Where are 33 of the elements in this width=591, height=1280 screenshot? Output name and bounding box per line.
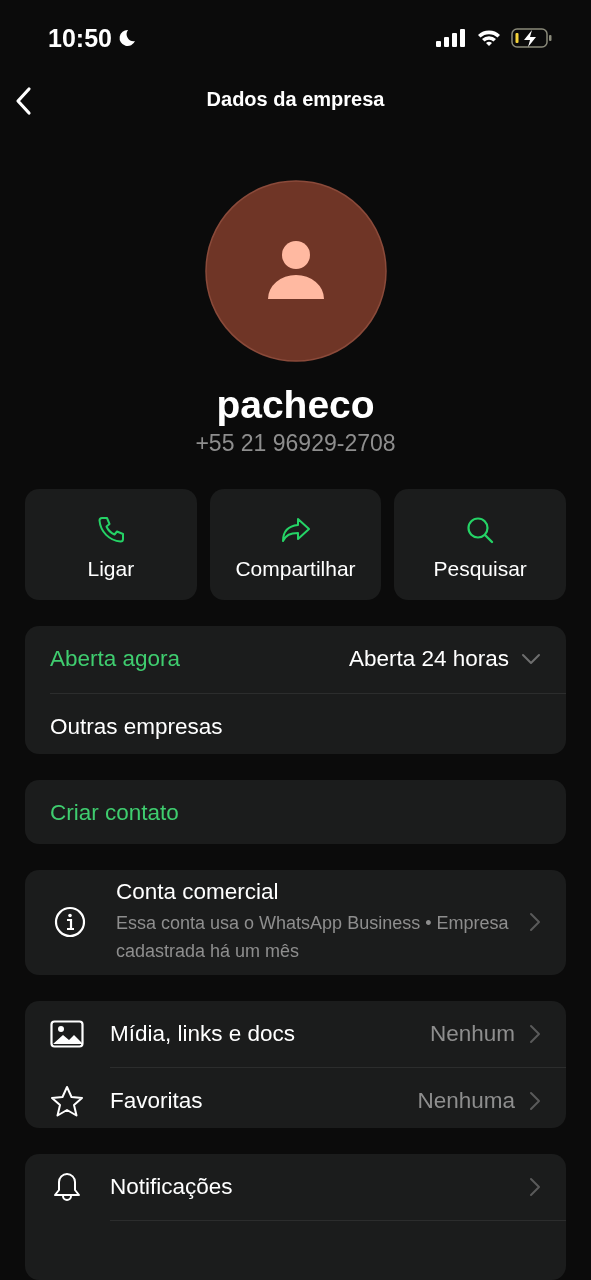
item-label: Notificações <box>110 1173 234 1200</box>
business-title: Conta comercial <box>116 879 280 906</box>
battery-charging-icon <box>511 28 553 48</box>
phone-number: +55 21 96929-2708 <box>195 429 396 457</box>
search-icon <box>465 515 496 546</box>
action-button[interactable]: Ligar <box>25 488 197 600</box>
item-value: Nenhum <box>429 1021 515 1048</box>
back-icon[interactable] <box>14 86 32 116</box>
chevron-right-icon <box>529 1091 541 1112</box>
chevron-right-icon <box>529 1176 541 1197</box>
action-button[interactable]: Pesquisar <box>394 488 566 600</box>
business-description: Essa conta usa o WhatsApp Business • Empresa cadastrada há um mês <box>116 912 510 964</box>
chevron-right-icon <box>529 912 541 933</box>
create-contact-link[interactable]: Criar contato <box>50 800 179 827</box>
list-item[interactable]: Mídia, links e docs Nenhum <box>25 1001 566 1068</box>
business-account-card[interactable]: Conta comercial Essa conta usa o WhatsApp Business • Empresa cadastrada há um mês <box>25 869 566 976</box>
wifi-icon <box>477 29 501 47</box>
info-icon <box>54 906 86 939</box>
action-button[interactable]: Compartilhar <box>209 488 382 600</box>
open-status: Aberta agora <box>50 646 181 673</box>
hours-dropdown[interactable]: Aberta 24 horas <box>348 646 541 673</box>
chevron-right-icon <box>529 1024 541 1045</box>
list-item[interactable]: Favoritas Nenhuma <box>25 1068 566 1128</box>
item-label: Mídia, links e docs <box>110 1021 297 1048</box>
item-value: Nenhuma <box>417 1088 515 1115</box>
contact-name: pacheco <box>216 381 375 428</box>
item-label: Favoritas <box>110 1088 204 1115</box>
star-icon <box>50 1085 84 1118</box>
image-icon <box>50 1020 84 1049</box>
other-businesses-link[interactable]: Outras empresas <box>50 714 223 741</box>
status-time: 10:50 <box>48 23 112 53</box>
page-title: Dados da empresa <box>206 88 385 112</box>
signal-icon <box>436 29 467 47</box>
